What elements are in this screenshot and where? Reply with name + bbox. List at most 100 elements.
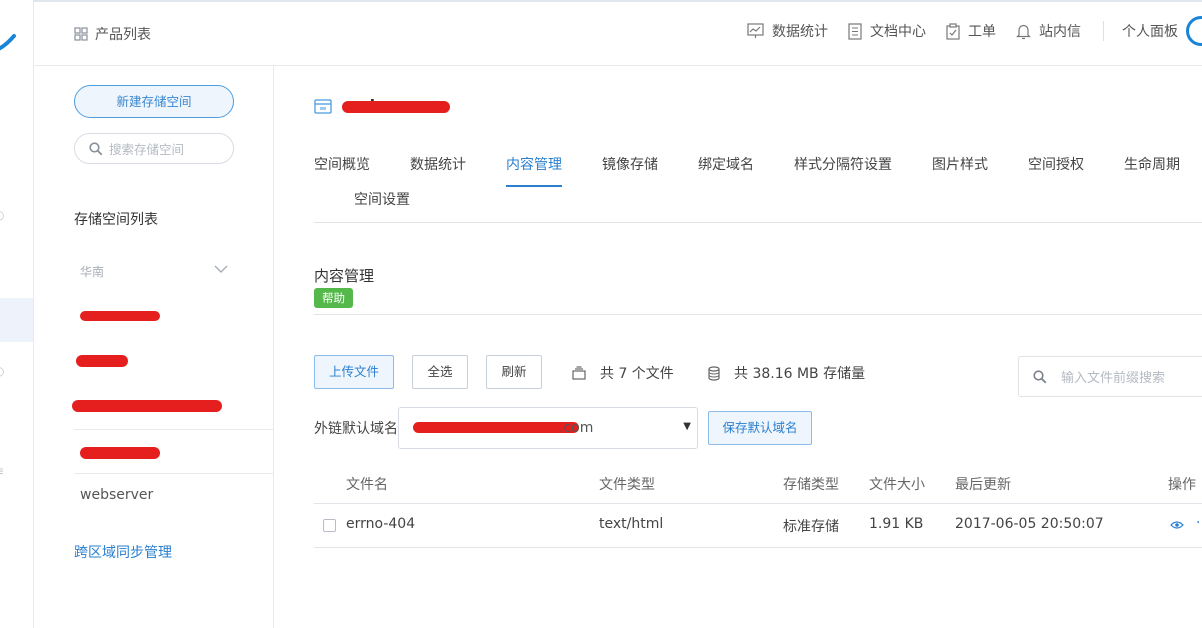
main-content: webr 空间概览 数据统计 内容管理 镜像存储 绑定域名 样式分隔符设置 图片… [274, 66, 1202, 628]
col-storage-type: 存储类型 [783, 477, 839, 493]
rail-icon-3[interactable]: ○ [0, 208, 6, 222]
select-all-button[interactable]: 全选 [412, 355, 468, 389]
grid-icon [74, 27, 88, 41]
col-actions: 操作 [1168, 477, 1196, 493]
tab-overview[interactable]: 空间概览 [314, 154, 370, 174]
tab-data-stats[interactable]: 数据统计 [410, 154, 466, 174]
redaction-mark [80, 311, 160, 321]
tab-mirror-storage[interactable]: 镜像存储 [602, 154, 658, 174]
bell-icon [1016, 24, 1031, 39]
rail-icon-7[interactable]: ≡ [0, 464, 6, 478]
search-icon [89, 141, 103, 155]
file-search-placeholder: 输入文件前缀搜索 [1061, 371, 1166, 386]
rail-icon-2[interactable]: ▯ [0, 158, 6, 172]
tab-settings[interactable]: 空间设置 [354, 189, 410, 209]
nav-docs[interactable]: 文档中心 [848, 21, 926, 41]
search-icon [1033, 369, 1047, 383]
caret-down-icon: ▼ [683, 421, 691, 432]
nav-data-stats[interactable]: 数据统计 [747, 21, 828, 41]
bucket-title-row: webr [314, 96, 450, 115]
selected-bucket-top-border [74, 429, 274, 430]
nav-data-stats-label: 数据统计 [772, 24, 828, 40]
storage-text: 共 38.16 MB 存储量 [734, 366, 866, 382]
file-search-input[interactable]: 输入文件前缀搜索 [1018, 356, 1202, 397]
product-list-button[interactable]: 产品列表 [74, 24, 151, 44]
refresh-button[interactable]: 刷新 [486, 355, 542, 389]
bucket-item-selected-redacted[interactable] [80, 442, 162, 462]
files-icon [572, 366, 586, 380]
section-title: 内容管理 [314, 267, 375, 285]
rail-icon-4[interactable]: ▯ [0, 314, 6, 328]
bucket-item-redacted-3[interactable] [72, 396, 230, 416]
bucket-item-redacted-2[interactable] [76, 351, 135, 371]
redaction-mark [413, 422, 579, 433]
tab-content-management[interactable]: 内容管理 [506, 154, 562, 174]
table-row[interactable]: errno-404 text/html 标准存储 1.91 KB 2017-06… [314, 504, 1202, 548]
col-last-updated: 最后更新 [955, 477, 1011, 493]
nav-tickets[interactable]: 工单 [946, 21, 996, 41]
chevron-down-icon[interactable] [214, 264, 228, 274]
app-rail: ▯ ▯ ○ ▯ ○ ▯ ≡ ▯ [0, 0, 34, 628]
bucket-search-placeholder: 搜索存储空间 [109, 142, 185, 157]
redaction-mark [76, 355, 128, 367]
personal-panel-label: 个人面板 [1122, 24, 1178, 40]
rail-icon-5[interactable]: ○ [0, 364, 6, 378]
bucket-icon [314, 98, 332, 114]
help-badge[interactable]: 帮助 [314, 288, 353, 308]
rail-icon-6[interactable]: ▯ [0, 414, 6, 428]
nav-messages[interactable]: 站内信 [1016, 21, 1081, 41]
bucket-item-redacted-1[interactable] [80, 306, 162, 326]
header-divider [1103, 21, 1104, 41]
document-icon [848, 22, 862, 40]
tab-image-styles[interactable]: 图片样式 [932, 154, 988, 174]
tabs-divider [314, 222, 1202, 223]
personal-panel-button[interactable]: 个人面板 [1122, 16, 1202, 46]
product-list-label: 产品列表 [95, 27, 151, 43]
bucket-search-input[interactable]: 搜索存储空间 [74, 133, 234, 164]
file-table-header: 文件名 文件类型 存储类型 文件大小 最后更新 操作 [314, 466, 1202, 504]
region-group[interactable]: 华南 [80, 263, 104, 280]
redaction-mark [342, 101, 450, 113]
storage-stat: 共 38.16 MB 存储量 [708, 363, 865, 383]
default-domain-value: .com [559, 420, 594, 436]
cell-file-name[interactable]: errno-404 [346, 516, 415, 532]
tab-style-separator[interactable]: 样式分隔符设置 [794, 154, 892, 174]
new-bucket-button[interactable]: 新建存储空间 [74, 85, 234, 118]
col-file-size: 文件大小 [869, 477, 925, 493]
eye-icon[interactable] [1170, 520, 1184, 530]
nav-messages-label: 站内信 [1039, 24, 1081, 40]
cross-region-sync-link[interactable]: 跨区域同步管理 [74, 542, 172, 562]
rail-icon-1[interactable]: ▯ [0, 108, 6, 122]
bucket-sidebar: 新建存储空间 搜索存储空间 存储空间列表 华南 webserver 跨区域同步管… [34, 66, 274, 628]
cell-storage-type: 标准存储 [783, 519, 839, 535]
database-icon [708, 365, 720, 381]
clipboard-icon [946, 22, 960, 40]
avatar[interactable] [1186, 16, 1202, 46]
bucket-name: webr [342, 96, 450, 115]
cell-file-type: text/html [599, 516, 664, 532]
selected-bucket-bottom-border [74, 473, 274, 474]
row-checkbox[interactable] [323, 519, 336, 532]
active-tab-indicator [506, 185, 562, 187]
nav-tickets-label: 工单 [968, 24, 996, 40]
col-file-name: 文件名 [346, 477, 388, 493]
rail-icon-8[interactable]: ▯ [0, 514, 6, 528]
header-nav: 数据统计 文档中心 工单 站内信 个人面板 [747, 16, 1202, 46]
top-header: 产品列表 数据统计 文档中心 工单 站内信 个人面板 [34, 0, 1202, 66]
tab-bind-domain[interactable]: 绑定域名 [698, 154, 754, 174]
logo-icon[interactable] [0, 30, 18, 60]
chart-icon [747, 23, 764, 38]
col-file-type: 文件类型 [599, 477, 655, 493]
file-count-stat: 共 7 个文件 [572, 363, 674, 383]
file-count-text: 共 7 个文件 [600, 366, 674, 382]
tab-lifecycle[interactable]: 生命周期 [1124, 154, 1180, 174]
redaction-mark [72, 400, 222, 412]
more-actions-icon[interactable]: · [1196, 515, 1200, 531]
save-default-domain-button[interactable]: 保存默认域名 [708, 411, 812, 445]
upload-button[interactable]: 上传文件 [314, 355, 394, 389]
tab-authorization[interactable]: 空间授权 [1028, 154, 1084, 174]
default-domain-select[interactable]: .com ▼ [398, 407, 698, 449]
bucket-item-webserver[interactable]: webserver [80, 487, 153, 503]
redaction-mark [80, 447, 160, 459]
nav-docs-label: 文档中心 [870, 24, 926, 40]
